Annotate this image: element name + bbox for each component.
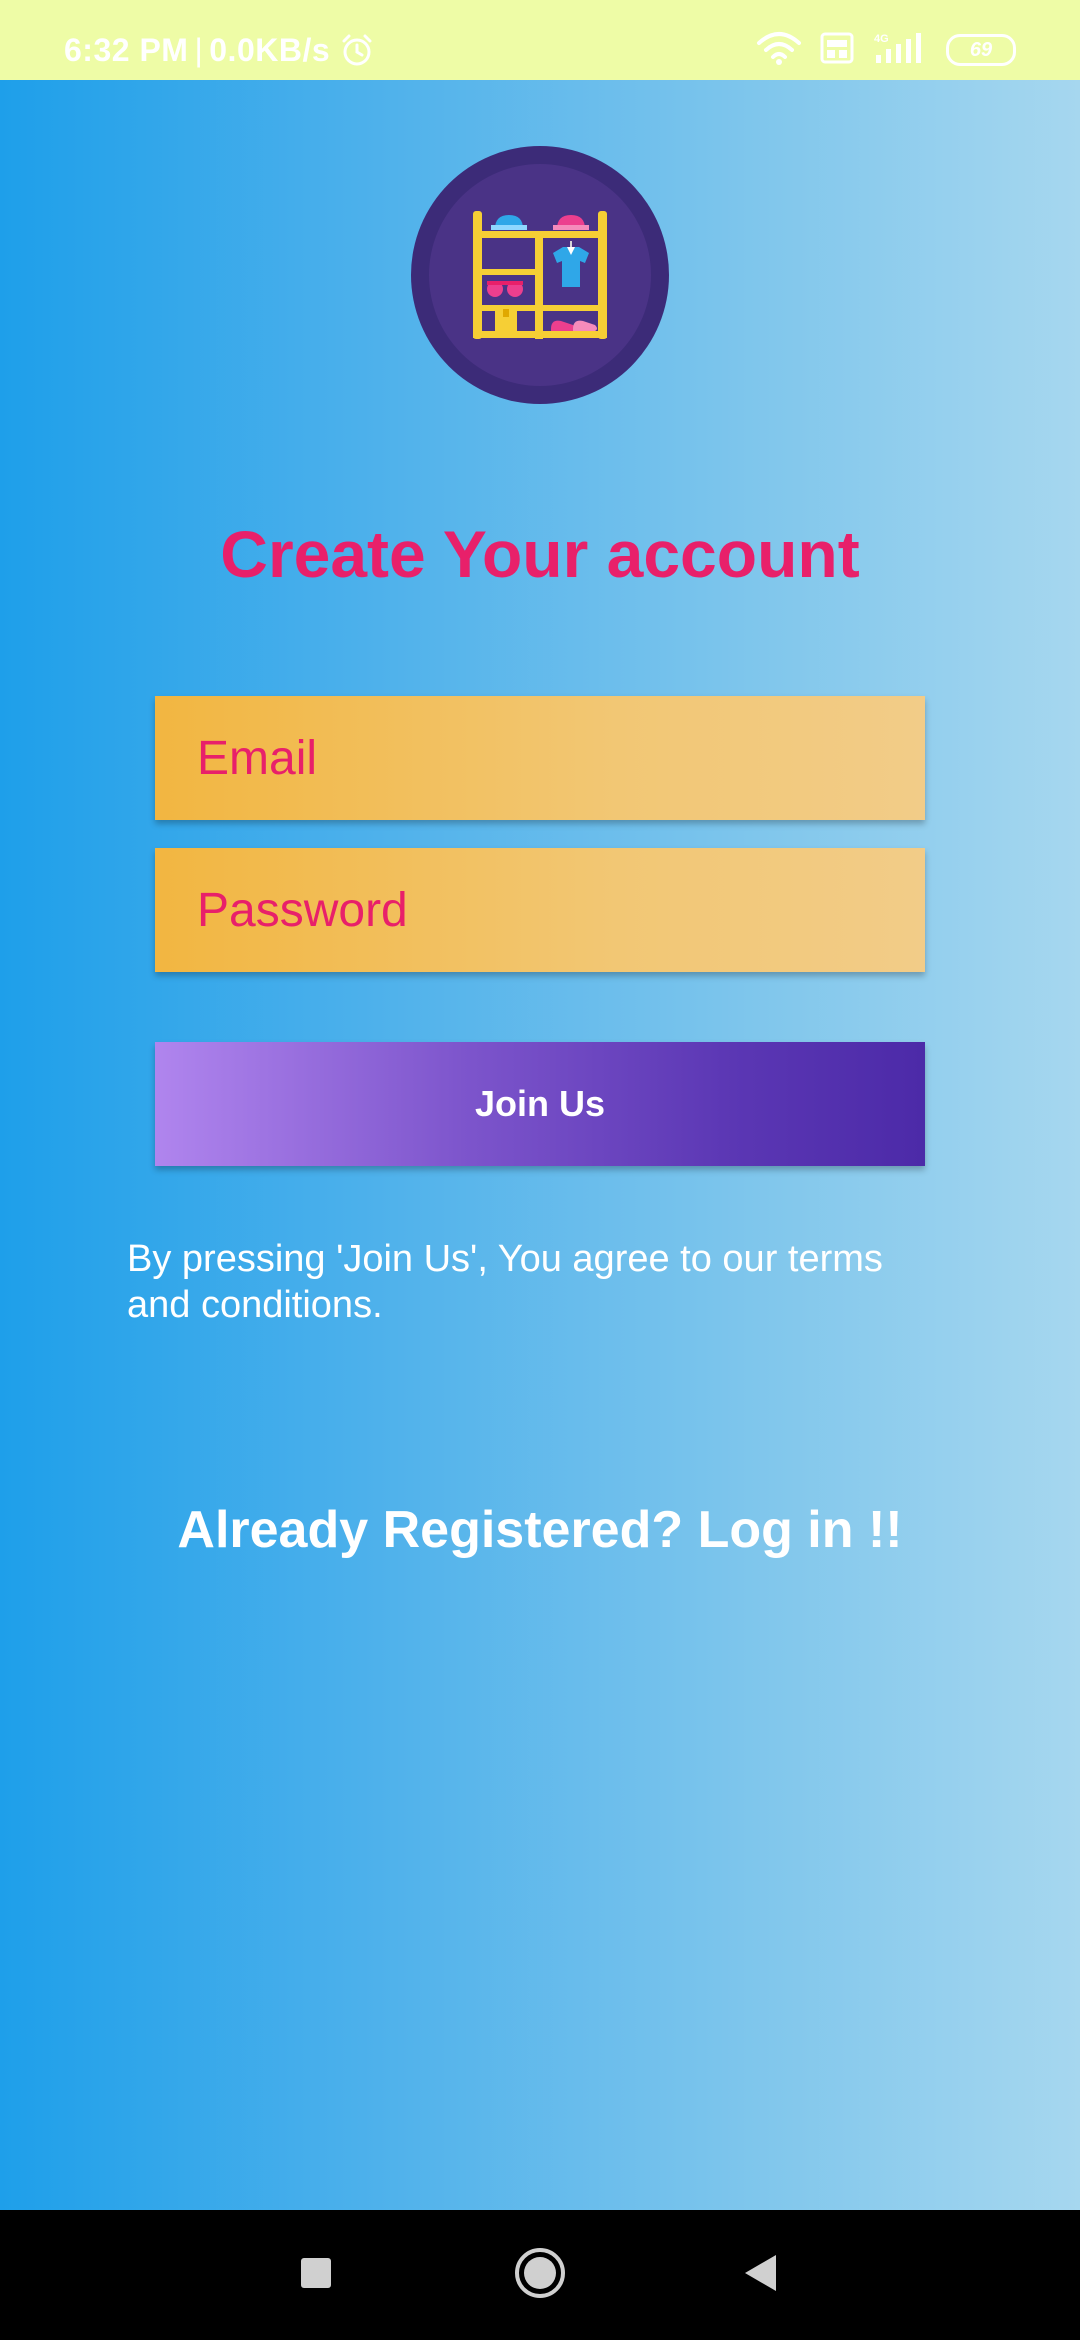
status-time: 6:32 PM bbox=[64, 31, 189, 68]
home-icon bbox=[513, 2246, 567, 2305]
volte-icon bbox=[820, 32, 854, 69]
email-input[interactable] bbox=[155, 696, 925, 820]
home-button[interactable] bbox=[490, 2210, 590, 2340]
status-bar: 6:32 PM | 0.0KB/s 4G 69 bbox=[0, 0, 1080, 80]
recents-icon bbox=[299, 2256, 333, 2295]
battery-icon: 69 bbox=[946, 34, 1016, 66]
password-input[interactable] bbox=[155, 848, 925, 972]
back-button[interactable] bbox=[710, 2210, 810, 2340]
network-speed: 0.0KB/s bbox=[209, 31, 331, 68]
join-us-button[interactable]: Join Us bbox=[155, 1042, 925, 1166]
signup-screen: 6:32 PM | 0.0KB/s 4G 69 Create Your acco… bbox=[0, 0, 1080, 2340]
recents-button[interactable] bbox=[266, 2210, 366, 2340]
signal-4g-icon: 4G bbox=[872, 31, 928, 70]
login-link[interactable]: Already Registered? Log in !! bbox=[0, 1500, 1080, 1560]
back-icon bbox=[742, 2253, 778, 2298]
svg-text:4G: 4G bbox=[874, 33, 889, 45]
wifi-icon bbox=[756, 31, 802, 70]
app-logo bbox=[411, 146, 669, 404]
wardrobe-shelf-icon bbox=[429, 164, 651, 386]
navigation-bar bbox=[0, 2210, 1080, 2340]
status-separator: | bbox=[194, 31, 204, 68]
terms-text: By pressing 'Join Us', You agree to our … bbox=[127, 1238, 883, 1326]
battery-level: 69 bbox=[969, 38, 993, 61]
signup-content: Create Your account Join Us By pressing … bbox=[0, 80, 1080, 2210]
alarm-icon bbox=[340, 33, 374, 67]
page-title: Create Your account bbox=[220, 517, 860, 591]
